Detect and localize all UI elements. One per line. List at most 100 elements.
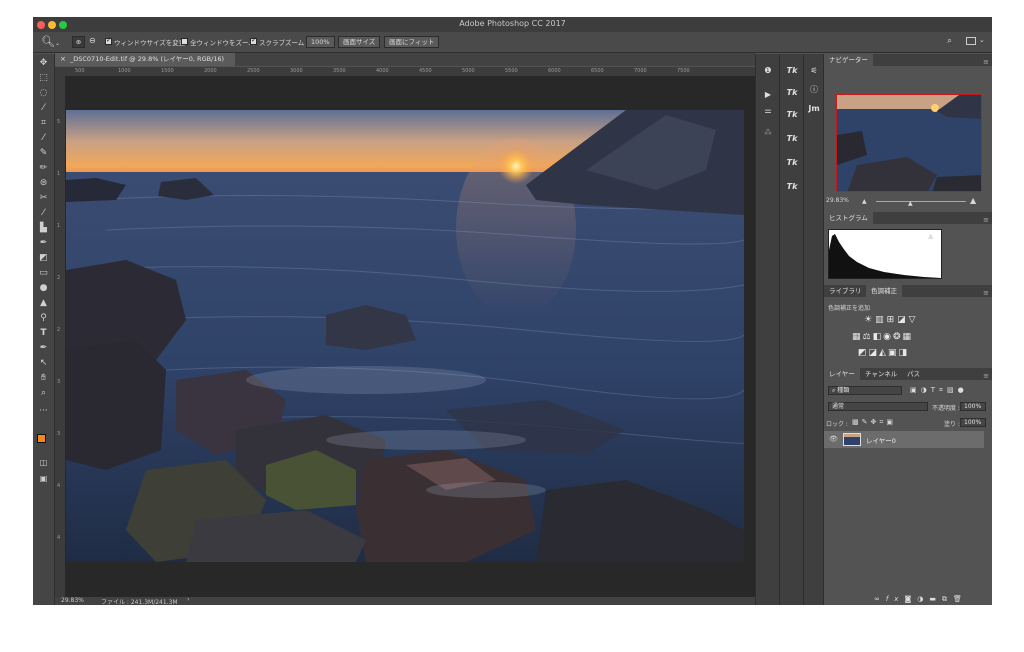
zoom-icon[interactable]: ⌕ (35, 386, 52, 400)
gradient-icon[interactable]: ▙ (35, 221, 52, 235)
move-icon[interactable]: ✥ (35, 56, 52, 70)
status-zoom[interactable]: 29.83% (61, 597, 84, 604)
lock-transparent-icon[interactable]: ▩ (852, 418, 862, 426)
brightness-icon[interactable]: ☀ (864, 315, 875, 325)
document-tab[interactable]: × _DSC0710-Edit.tif @ 29.8% (レイヤー0, RGB/… (55, 53, 235, 66)
tab-libraries[interactable]: ライブラリ (824, 285, 867, 297)
exposure-icon[interactable]: ◪ (897, 315, 909, 325)
navigator-zoom-handle[interactable]: ▲ (908, 200, 913, 207)
marquee-icon[interactable]: ⬚ (35, 71, 52, 85)
navigator-zoom-out-icon[interactable]: ▲ (862, 198, 867, 205)
search-icon[interactable]: ⌕ (947, 36, 952, 46)
blend-mode-select[interactable]: 通常 (828, 402, 928, 411)
layer-row[interactable]: 👁︎ レイヤー0 (824, 431, 984, 448)
opacity-field[interactable]: 100% (960, 402, 986, 411)
vibrance-icon[interactable]: ▽ (909, 315, 919, 325)
channel-mixer-icon[interactable]: ❂ (893, 332, 903, 342)
zoom-tool-preset-icon[interactable]: 🔍︎⌄ (41, 35, 60, 48)
zoom-all-windows-checkbox[interactable] (181, 38, 188, 45)
layer-filter-kind-select[interactable]: ⌕ 種類 (828, 386, 902, 395)
trash-icon[interactable]: 🗑︎ (953, 595, 968, 603)
pixel-filter-icon[interactable]: ▣ (910, 386, 921, 394)
resize-windows-checkbox[interactable] (105, 36, 112, 45)
type-icon[interactable]: ● (35, 281, 52, 295)
dodge-icon[interactable]: ◩ (35, 251, 52, 265)
navigator-menu-icon[interactable]: ≡ (983, 56, 989, 68)
scrubby-zoom-checkbox[interactable] (250, 36, 257, 45)
hue-saturation-icon[interactable]: ▦ (852, 332, 863, 342)
direct-select-icon[interactable]: ↖ (35, 356, 52, 370)
invert-icon[interactable]: ◩ (858, 348, 869, 358)
fit-screen-button[interactable]: 画面サイズ (338, 36, 381, 48)
gradient-map-icon[interactable]: ▣ (888, 348, 899, 358)
tk-panel-5-icon[interactable]: Tk (782, 158, 802, 167)
threshold-icon[interactable]: ◭ (879, 348, 888, 358)
selective-color-icon[interactable]: ◨ (898, 348, 909, 358)
histogram-menu-icon[interactable]: ≡ (983, 214, 989, 226)
layer-name[interactable]: レイヤー0 (866, 435, 896, 445)
fill-screen-button[interactable]: 画面にフィット (384, 36, 440, 48)
jm-panel-icon[interactable]: Jm (804, 104, 824, 113)
curves-icon[interactable]: ⊞ (887, 315, 898, 325)
navigator-zoom-in-icon[interactable]: ▲ (970, 196, 976, 205)
pen-icon[interactable]: ▭ (35, 266, 52, 280)
lasso-icon[interactable]: ◌ (35, 86, 52, 100)
lock-pixels-icon[interactable]: ✎ (862, 418, 871, 426)
posterize-icon[interactable]: ◪ (869, 348, 880, 358)
color-balance-icon[interactable]: ⚖ (863, 332, 873, 342)
zoom-out-icon[interactable]: ⊖ (89, 36, 96, 45)
tab-channels[interactable]: チャンネル (860, 368, 902, 380)
properties-icon[interactable]: ⚟ (804, 66, 824, 75)
navigator-zoom-slider[interactable] (876, 201, 966, 202)
mask-icon[interactable]: ◙ (904, 595, 917, 603)
path-select-icon[interactable]: ▲ (35, 296, 52, 310)
brush-icon[interactable]: ✏ (35, 161, 52, 175)
hand-icon[interactable]: ✋︎ (35, 371, 52, 385)
history-icon[interactable]: ❶ (758, 66, 778, 75)
link-icon[interactable]: ∞ (874, 595, 886, 603)
foreground-color-swatch[interactable] (37, 434, 46, 443)
tool-presets-icon[interactable]: ⚌ (758, 106, 778, 115)
close-tab-icon[interactable]: × (60, 53, 66, 66)
more-icon[interactable]: ··· (35, 404, 52, 418)
color-lookup-icon[interactable]: ▦ (903, 332, 914, 342)
new-layer-icon[interactable]: ⧉ (942, 595, 953, 603)
adjustment-icon[interactable]: ◑ (917, 595, 929, 603)
zoom-in-icon[interactable]: ⊕ (72, 36, 85, 48)
filter-toggle-icon[interactable]: ● (958, 386, 968, 394)
info-icon[interactable]: ⓘ (804, 84, 824, 95)
visibility-eye-icon[interactable]: 👁︎ (829, 435, 838, 443)
stamp-icon[interactable]: ⊜ (35, 176, 52, 190)
status-menu-arrow[interactable]: › (187, 596, 189, 603)
eyedropper-icon[interactable]: ⁄ (35, 131, 52, 145)
layers-menu-icon[interactable]: ≡ (983, 370, 989, 382)
tk-panel-3-icon[interactable]: Tk (782, 110, 802, 119)
pen-tool-icon[interactable]: ✒ (35, 341, 52, 355)
tab-navigator[interactable]: ナビゲーター (824, 54, 873, 66)
quick-select-icon[interactable]: ⁄ (35, 101, 52, 115)
zoom-100-button[interactable]: 100% (306, 36, 335, 48)
levels-icon[interactable]: ▥ (875, 315, 887, 325)
tk-panel-6-icon[interactable]: Tk (782, 182, 802, 191)
crop-icon[interactable]: ⌗ (35, 116, 52, 130)
lock-all-icon[interactable]: ▣ (886, 418, 896, 426)
adjustment-filter-icon[interactable]: ◑ (921, 386, 931, 394)
workspace-icon[interactable] (966, 37, 976, 45)
tab-adjustments[interactable]: 色調補正 (866, 285, 902, 297)
play-icon[interactable]: ▶ (758, 90, 778, 99)
history-brush-icon[interactable]: ✂ (35, 191, 52, 205)
navigator-preview[interactable] (836, 94, 982, 192)
fill-field[interactable]: 100% (960, 418, 986, 427)
tab-layers[interactable]: レイヤー (824, 368, 860, 380)
black-white-icon[interactable]: ◧ (873, 332, 884, 342)
adjustments-menu-icon[interactable]: ≡ (983, 287, 989, 299)
text-tool-icon[interactable]: T (35, 326, 52, 340)
folder-icon[interactable]: ▬ (929, 595, 942, 603)
tab-paths[interactable]: パス (902, 368, 925, 380)
screen-mode-icon[interactable]: ▣ (35, 472, 52, 486)
navigator-zoom-value[interactable]: 29.83% (826, 197, 849, 204)
shape-icon[interactable]: ⚲ (35, 311, 52, 325)
quick-mask-icon[interactable]: ◫ (35, 456, 52, 470)
brushes-icon[interactable]: ⁂ (758, 128, 778, 137)
tk-panel-4-icon[interactable]: Tk (782, 134, 802, 143)
